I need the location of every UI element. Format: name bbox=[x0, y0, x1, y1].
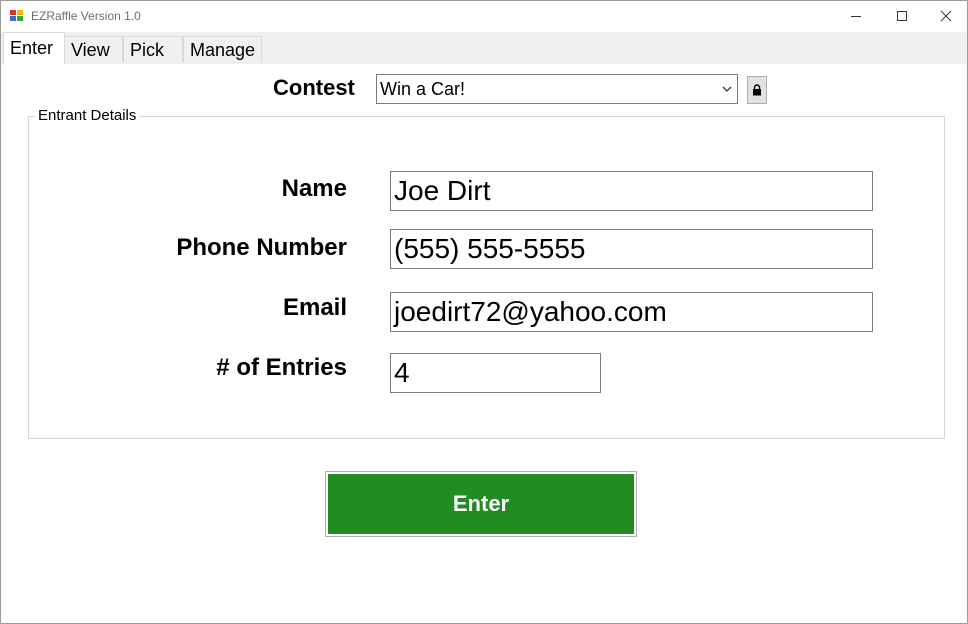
chevron-down-icon bbox=[722, 86, 732, 92]
minimize-icon bbox=[851, 16, 861, 17]
tab-strip: Enter View Pick Manage bbox=[1, 32, 967, 64]
email-label: Email bbox=[282, 294, 347, 321]
window-title: EZRaffle Version 1.0 bbox=[31, 9, 141, 23]
email-input[interactable]: joedirt72@yahoo.com bbox=[390, 292, 873, 332]
contest-dropdown[interactable]: Win a Car! bbox=[376, 74, 738, 104]
tab-enter[interactable]: Enter bbox=[3, 32, 65, 64]
tab-pick-label: Pick bbox=[130, 40, 165, 60]
name-input[interactable]: Joe Dirt bbox=[390, 171, 873, 211]
enter-button-label: Enter bbox=[328, 474, 634, 534]
entries-input[interactable]: 4 bbox=[390, 353, 601, 393]
maximize-icon bbox=[897, 11, 907, 21]
minimize-button[interactable] bbox=[833, 1, 879, 31]
tab-manage-label: Manage bbox=[190, 40, 256, 60]
app-window: EZRaffle Version 1.0 Enter View Pick Man… bbox=[0, 0, 968, 624]
tab-enter-label: Enter bbox=[10, 38, 54, 58]
name-label: Name bbox=[281, 175, 347, 202]
lock-icon bbox=[753, 84, 761, 96]
lock-contest-button[interactable] bbox=[747, 76, 767, 104]
contest-label: Contest bbox=[273, 75, 355, 100]
title-bar[interactable]: EZRaffle Version 1.0 bbox=[1, 1, 967, 31]
enter-button[interactable]: Enter bbox=[325, 471, 637, 537]
close-icon bbox=[940, 10, 952, 22]
maximize-button[interactable] bbox=[879, 1, 925, 31]
contest-selected-value: Win a Car! bbox=[380, 79, 466, 99]
phone-label: Phone Number bbox=[176, 234, 347, 261]
tab-manage[interactable]: Manage bbox=[183, 36, 262, 62]
tab-view[interactable]: View bbox=[64, 36, 123, 62]
entrant-details-title: Entrant Details bbox=[35, 107, 140, 124]
entries-label: # of Entries bbox=[216, 354, 347, 381]
close-button[interactable] bbox=[923, 1, 968, 31]
tab-pick[interactable]: Pick bbox=[123, 36, 183, 62]
app-icon bbox=[10, 10, 23, 22]
phone-input[interactable]: (555) 555-5555 bbox=[390, 229, 873, 269]
tab-view-label: View bbox=[71, 40, 110, 60]
